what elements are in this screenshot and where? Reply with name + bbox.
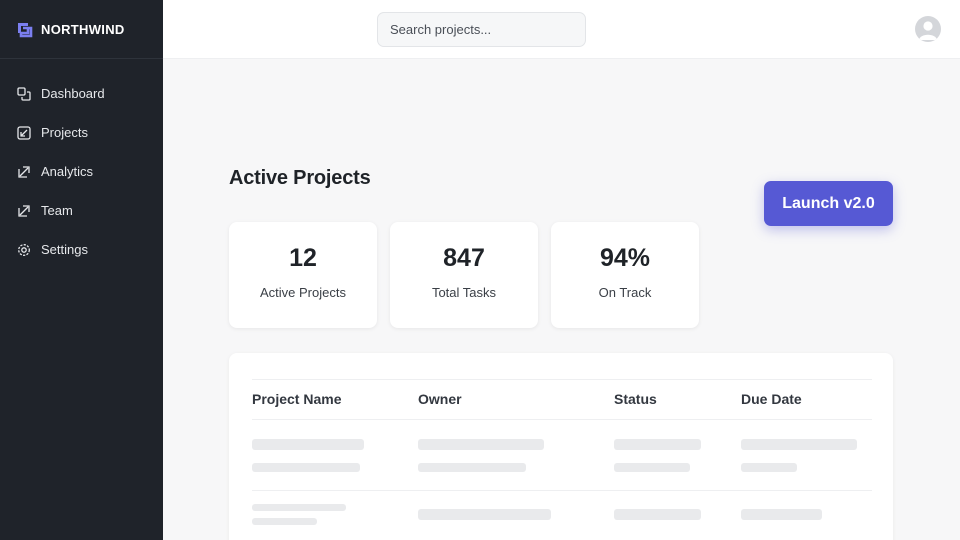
stat-card-on-track: 94% On Track [551, 222, 699, 328]
column-header-owner[interactable]: Owner [418, 391, 462, 407]
skeleton-placeholder [614, 463, 690, 472]
team-icon [17, 204, 31, 218]
skeleton-placeholder [741, 463, 797, 472]
launch-button[interactable]: Launch v2.0 [764, 181, 893, 226]
top-bar [163, 0, 960, 59]
skeleton-placeholder [741, 439, 857, 450]
stat-label: On Track [598, 285, 652, 300]
skeleton-placeholder [418, 509, 551, 520]
brand[interactable]: NORTHWIND [0, 0, 163, 59]
skeleton-placeholder [418, 439, 544, 450]
sidebar-item-label: Projects [41, 125, 88, 140]
sidebar-item-label: Dashboard [41, 86, 105, 101]
layers-icon [17, 86, 31, 101]
sidebar-item-analytics[interactable]: Analytics [0, 152, 163, 191]
stat-value: 847 [443, 244, 485, 272]
stat-label: Total Tasks [431, 285, 497, 300]
brand-name: NORTHWIND [41, 21, 125, 37]
logo-icon [18, 22, 33, 37]
stat-value: 94% [599, 244, 651, 272]
page-title: Active Projects [229, 167, 371, 189]
sidebar-item-label: Analytics [41, 164, 94, 179]
skeleton-placeholder [252, 463, 360, 472]
sidebar-item-dashboard[interactable]: Dashboard [0, 74, 163, 113]
avatar[interactable] [915, 16, 941, 42]
sidebar-item-settings[interactable]: Settings [0, 230, 163, 269]
sidebar: NORTHWIND Dashboard Projects Analytics T… [0, 0, 163, 540]
skeleton-placeholder [252, 518, 317, 525]
projects-table: Project Name Owner Status Due Date [229, 353, 893, 540]
divider [252, 419, 872, 420]
skeleton-placeholder [741, 509, 822, 520]
sidebar-item-team[interactable]: Team [0, 191, 163, 230]
skeleton-placeholder [614, 439, 701, 450]
user-icon [919, 21, 937, 40]
gear-icon [17, 243, 31, 257]
column-header-status[interactable]: Status [614, 391, 657, 407]
search-input[interactable] [377, 12, 586, 47]
column-header-project-name[interactable]: Project Name [252, 391, 341, 407]
column-header-due-date[interactable]: Due Date [741, 391, 802, 407]
divider [252, 379, 872, 380]
skeleton-placeholder [418, 463, 526, 472]
sidebar-item-label: Team [41, 203, 73, 218]
stat-card-active-projects: 12 Active Projects [229, 222, 377, 328]
skeleton-placeholder [614, 509, 701, 520]
sidebar-item-label: Settings [41, 242, 88, 257]
skeleton-placeholder [252, 439, 364, 450]
folder-icon [17, 125, 31, 140]
skeleton-placeholder [252, 504, 346, 511]
stat-card-total-tasks: 847 Total Tasks [390, 222, 538, 328]
stat-label: Active Projects [260, 285, 346, 300]
stat-value: 12 [289, 244, 317, 272]
divider [252, 490, 872, 491]
sidebar-item-projects[interactable]: Projects [0, 113, 163, 152]
sidebar-nav: Dashboard Projects Analytics Team Settin… [0, 59, 163, 269]
chart-icon [17, 165, 31, 179]
